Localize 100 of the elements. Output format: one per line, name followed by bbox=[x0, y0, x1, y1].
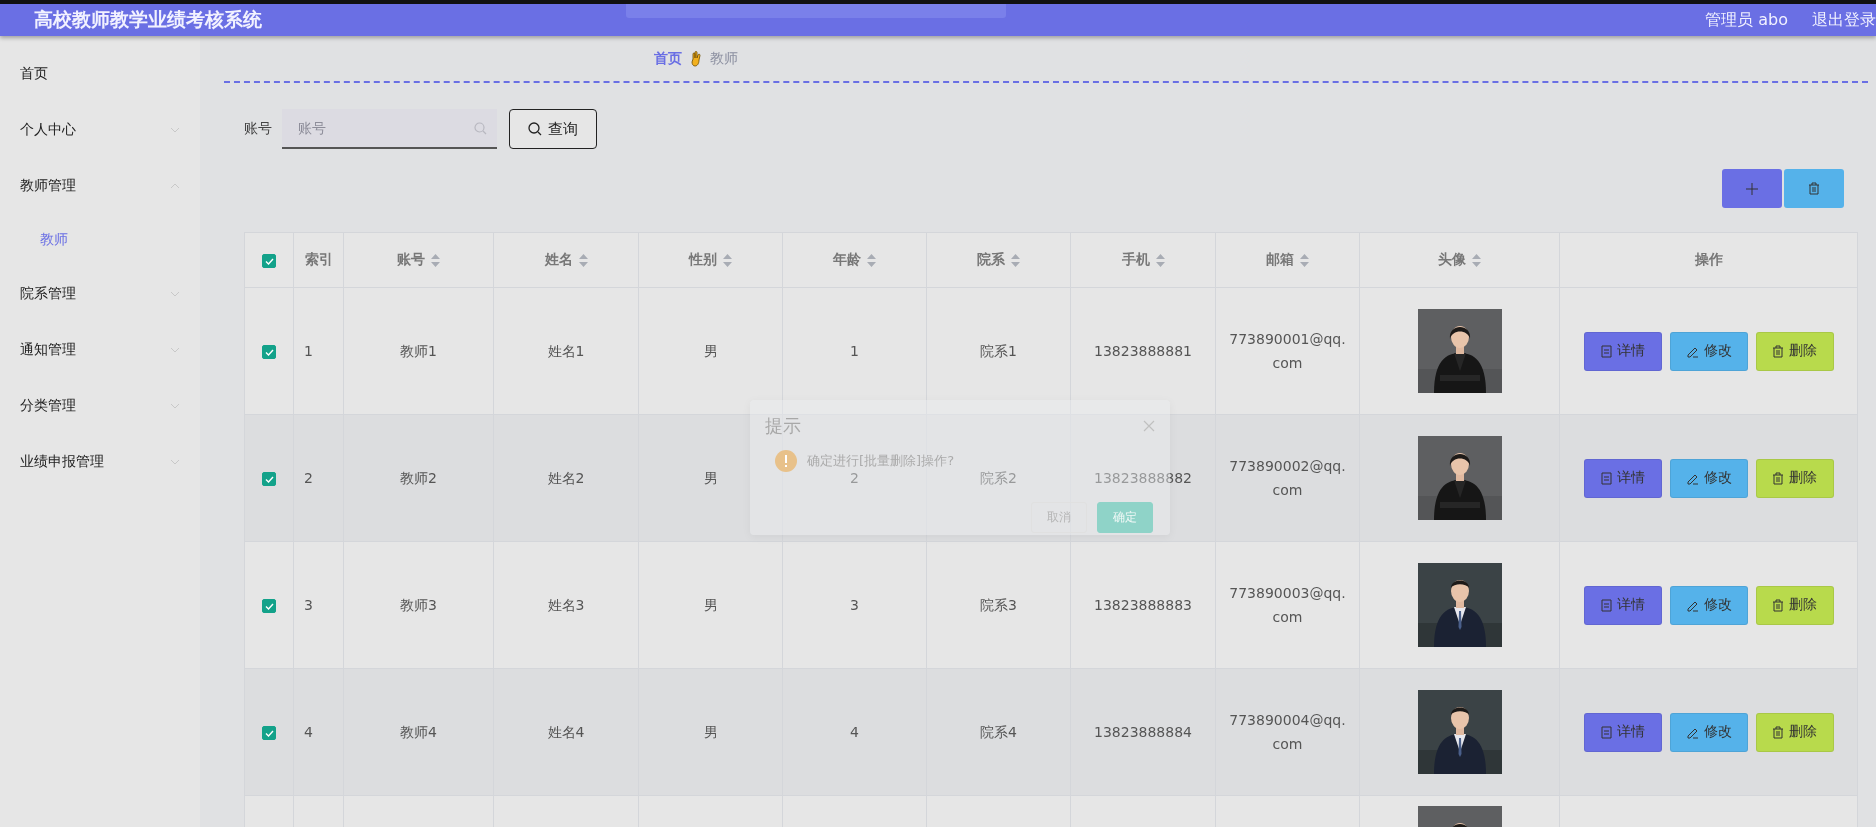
table-cell: 男 bbox=[638, 541, 783, 669]
table-cell: 姓名2 bbox=[493, 414, 639, 542]
table-cell: 姓名4 bbox=[493, 668, 639, 796]
table-cell: 3 bbox=[782, 541, 927, 669]
table-cell: 773890002@qq.com bbox=[1215, 414, 1360, 542]
table-cell: 13823888881 bbox=[1070, 287, 1216, 415]
table-cell: 姓名3 bbox=[493, 541, 639, 669]
sidebar-item[interactable]: 教师管理 bbox=[0, 158, 200, 214]
checkbox[interactable] bbox=[262, 472, 276, 486]
action-button[interactable]: 详情 bbox=[1583, 712, 1662, 752]
document-icon bbox=[1600, 725, 1612, 739]
sidebar-subitem[interactable]: 教师 bbox=[0, 214, 200, 266]
checkbox[interactable] bbox=[262, 254, 276, 268]
close-icon[interactable] bbox=[1143, 420, 1155, 432]
action-button[interactable]: 修改 bbox=[1669, 712, 1748, 752]
chevron-icon bbox=[170, 459, 180, 465]
column-header: 性别 bbox=[689, 251, 717, 269]
table-cell: 1 bbox=[782, 287, 927, 415]
delete-button[interactable] bbox=[1784, 169, 1844, 208]
sort-icon[interactable] bbox=[867, 253, 876, 267]
sort-icon[interactable] bbox=[431, 253, 440, 267]
search-icon bbox=[528, 122, 542, 136]
table-cell: 院系4 bbox=[926, 668, 1071, 796]
column-header: 头像 bbox=[1438, 251, 1466, 269]
action-button[interactable]: 修改 bbox=[1669, 331, 1748, 371]
trash-icon bbox=[1808, 182, 1820, 195]
action-button[interactable]: 修改 bbox=[1669, 458, 1748, 498]
column-header: 账号 bbox=[397, 251, 425, 269]
table-cell: 13823888884 bbox=[1070, 668, 1216, 796]
table-cell: 院系3 bbox=[926, 541, 1071, 669]
table-cell: 姓名1 bbox=[493, 287, 639, 415]
document-icon bbox=[1600, 344, 1612, 358]
search-icon bbox=[474, 122, 487, 135]
logout-link[interactable]: 退出登录 bbox=[1812, 9, 1876, 31]
table-cell: 2 bbox=[293, 414, 344, 542]
sort-icon[interactable] bbox=[1472, 253, 1481, 267]
table-cell: 773890003@qq.com bbox=[1215, 541, 1360, 669]
table-cell: 教师1 bbox=[343, 287, 494, 415]
hand-icon bbox=[690, 50, 702, 67]
table-cell: 4 bbox=[782, 668, 927, 796]
sort-icon[interactable] bbox=[1155, 253, 1165, 267]
chevron-icon bbox=[170, 183, 180, 189]
action-button[interactable]: 修改 bbox=[1669, 585, 1748, 625]
sidebar-item[interactable]: 业绩申报管理 bbox=[0, 434, 200, 490]
column-header: 姓名 bbox=[544, 251, 573, 269]
trash-icon bbox=[1772, 471, 1784, 485]
warning-icon bbox=[775, 450, 797, 472]
chevron-icon bbox=[170, 291, 180, 297]
action-button[interactable]: 详情 bbox=[1583, 585, 1662, 625]
sidebar-item[interactable]: 分类管理 bbox=[0, 378, 200, 434]
sidebar-item[interactable]: 个人中心 bbox=[0, 102, 200, 158]
sort-icon[interactable] bbox=[578, 253, 588, 267]
column-header: 操作 bbox=[1694, 251, 1723, 269]
dialog-title: 提示 bbox=[765, 414, 801, 438]
checkbox[interactable] bbox=[262, 726, 276, 740]
sort-icon[interactable] bbox=[723, 253, 732, 267]
chevron-icon bbox=[170, 347, 180, 353]
action-button[interactable]: 删除 bbox=[1755, 458, 1834, 498]
checkbox[interactable] bbox=[262, 345, 276, 359]
sidebar-item[interactable]: 通知管理 bbox=[0, 322, 200, 378]
add-button[interactable] bbox=[1722, 169, 1782, 208]
table-cell: 3 bbox=[293, 541, 344, 669]
table-cell: 教师4 bbox=[343, 668, 494, 796]
query-button[interactable]: 查询 bbox=[509, 109, 597, 149]
app-title: 高校教师教学业绩考核系统 bbox=[34, 7, 262, 32]
plus-icon bbox=[1746, 182, 1758, 195]
table-cell: 院系1 bbox=[926, 287, 1071, 415]
table-cell: 4 bbox=[293, 668, 344, 796]
sidebar-item[interactable]: 首页 bbox=[0, 46, 200, 102]
action-button[interactable]: 删除 bbox=[1755, 331, 1834, 371]
table-cell: 13823888883 bbox=[1070, 541, 1216, 669]
table-cell: 男 bbox=[638, 668, 783, 796]
trash-icon bbox=[1772, 725, 1784, 739]
table-cell: 教师3 bbox=[343, 541, 494, 669]
table-cell: 教师2 bbox=[343, 414, 494, 542]
action-button[interactable]: 删除 bbox=[1755, 585, 1834, 625]
breadcrumb-link[interactable]: 首页 bbox=[654, 49, 682, 68]
table-cell: 773890004@qq.com bbox=[1215, 668, 1360, 796]
field-label: 账号 bbox=[244, 120, 272, 138]
document-icon bbox=[1600, 471, 1612, 485]
column-header: 院系 bbox=[977, 251, 1005, 269]
action-button[interactable]: 详情 bbox=[1583, 331, 1662, 371]
column-header: 邮箱 bbox=[1266, 251, 1294, 269]
trash-icon bbox=[1772, 344, 1784, 358]
checkbox[interactable] bbox=[262, 599, 276, 613]
search-field[interactable]: 账号 bbox=[282, 109, 497, 149]
sort-icon[interactable] bbox=[1011, 253, 1020, 267]
table-cell: 773890001@qq.com bbox=[1215, 287, 1360, 415]
chevron-icon bbox=[170, 127, 180, 133]
sidebar-item[interactable]: 院系管理 bbox=[0, 266, 200, 322]
column-header: 手机 bbox=[1121, 251, 1150, 269]
action-button[interactable]: 详情 bbox=[1583, 458, 1662, 498]
column-header: 索引 bbox=[304, 251, 333, 269]
document-icon bbox=[1600, 598, 1612, 612]
sort-icon[interactable] bbox=[1300, 253, 1309, 267]
chevron-icon bbox=[170, 403, 180, 409]
action-button[interactable]: 删除 bbox=[1755, 712, 1834, 752]
table-cell: 男 bbox=[638, 287, 783, 415]
trash-icon bbox=[1772, 598, 1784, 612]
column-header: 年龄 bbox=[833, 251, 861, 269]
